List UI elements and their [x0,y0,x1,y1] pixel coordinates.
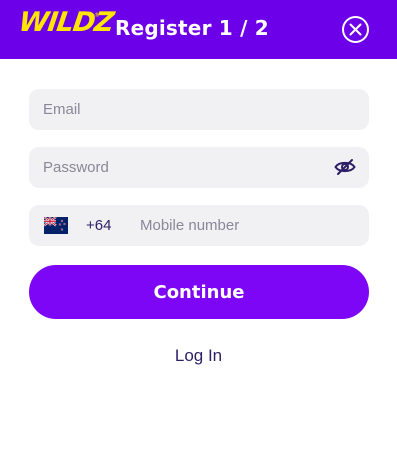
phone-field-container: +64 [29,205,369,246]
logo-trademark: ® [94,12,100,19]
login-link[interactable]: Log In [0,346,397,366]
mobile-number-field[interactable] [126,205,356,246]
wildz-logo: WILDZ [16,7,116,38]
eye-hidden-icon[interactable] [334,158,356,176]
page-title: Register 1 / 2 [115,16,269,40]
email-field[interactable] [29,89,309,130]
password-field[interactable] [29,147,309,188]
email-field-container [29,89,369,130]
continue-button[interactable]: Continue [29,265,369,319]
close-button[interactable] [342,16,369,43]
header-bar: WILDZ ® Register 1 / 2 [0,0,397,59]
close-circle-icon [349,23,362,36]
dial-code[interactable]: +64 [86,217,111,234]
new-zealand-flag-icon[interactable] [44,217,68,234]
password-field-container [29,147,369,188]
